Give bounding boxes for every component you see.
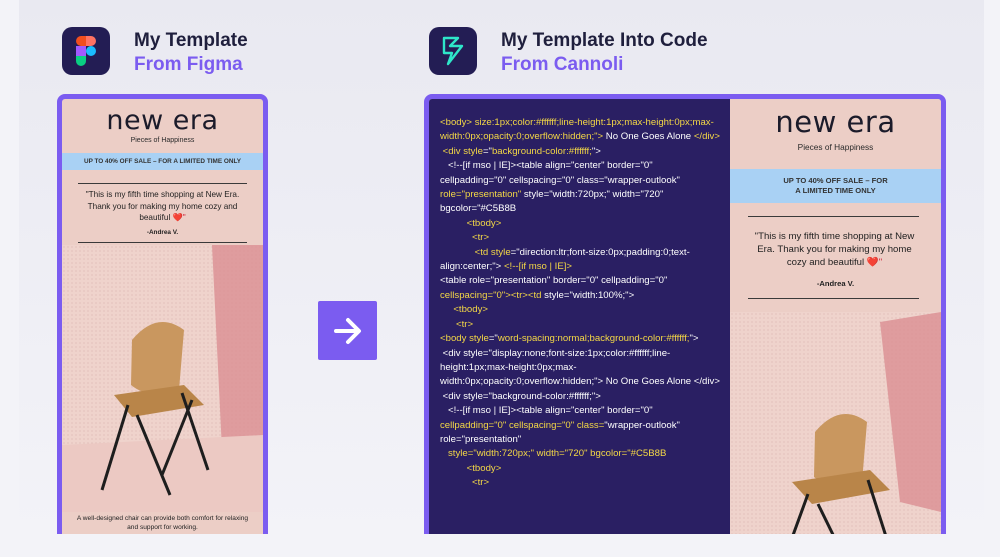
sale-banner: UP TO 40% OFF SALE – FOR A LIMITED TIME … <box>62 153 263 170</box>
figma-logo-icon <box>62 27 110 75</box>
quote-divider-top <box>748 216 919 217</box>
quote-divider-bottom <box>78 242 247 243</box>
cannoli-subtitle: From Cannoli <box>501 54 624 75</box>
heart-icon: ❤️" <box>172 213 186 222</box>
code-line: <tr> <box>440 231 720 245</box>
quote-text: "This is my fifth time shopping at New E… <box>85 190 240 222</box>
arrow-right-icon <box>318 301 377 360</box>
code-token: <tbody> <box>440 217 502 229</box>
code-line: <tbody> <box>440 217 720 231</box>
code-line: <table role="presentation" border="0" ce… <box>440 274 720 303</box>
code-token: background-color:#ffffff; <box>491 145 592 157</box>
email-tagline: Pieces of Happiness <box>797 142 874 152</box>
code-token: "> <box>689 333 699 345</box>
code-token: <!--[if mso | IE]> <box>503 261 573 273</box>
code-token: =" <box>482 145 492 157</box>
quote-text: "This is my fifth time shopping at New E… <box>754 231 915 269</box>
comparison-card: My Template From Figma My Template Into … <box>19 0 984 534</box>
testimonial-quote: "This is my fifth time shopping at New E… <box>748 230 921 270</box>
code-token: <tr><td <box>510 289 542 301</box>
code-line: <tbody> <box>440 303 720 317</box>
email-logo: new era <box>106 105 219 136</box>
cannoli-code-preview: <body> size:1px;color:#ffffff;line-heigh… <box>424 94 946 534</box>
testimonial-author: -Andrea V. <box>816 279 855 288</box>
heart-icon: ❤️" <box>866 257 883 269</box>
code-token: role="presentation" <box>440 189 522 201</box>
code-token: <!--[if mso | IE]><table align="center" … <box>440 160 683 186</box>
code-token: <!--[if mso | IE]><table align="center" … <box>440 405 656 417</box>
code-token: <table role="presentation" border="0" ce… <box>440 275 671 287</box>
chair-photo <box>62 245 263 512</box>
code-line: <!--[if mso | IE]><table align="center" … <box>440 404 720 447</box>
sale-banner: UP TO 40% OFF SALE – FOR A LIMITED TIME … <box>730 169 941 203</box>
email-template: new era Pieces of Happiness UP TO 40% OF… <box>62 99 263 534</box>
code-line: <tr> <box>440 476 720 490</box>
figma-subtitle: From Figma <box>134 54 243 75</box>
code-token: <div style="display:none;font-size:1px;c… <box>440 347 720 388</box>
testimonial-quote: "This is my fifth time shopping at New E… <box>80 189 245 224</box>
code-line: <div style="background-color:#ffffff;"> <box>440 390 720 404</box>
code-line: style="width:720px;" width="720" bgcolor… <box>440 447 720 461</box>
rendered-email-preview: new era Pieces of Happiness UP TO 40% OF… <box>730 99 941 534</box>
code-token: =" <box>488 333 498 345</box>
code-token: <tr> <box>440 477 490 489</box>
code-line: <body style="word-spacing:normal;backgro… <box>440 332 720 346</box>
code-token: <td style <box>440 246 511 258</box>
sale-line-1: UP TO 40% OFF SALE – FOR <box>783 176 888 185</box>
code-token: <body> <box>440 117 475 128</box>
code-line: <tr> <box>440 318 720 332</box>
code-token: <tr> <box>440 232 490 244</box>
code-line: <td style="direction:ltr;font-size:0px;p… <box>440 246 720 275</box>
code-token: style="width:720px;" width="720" bgcolor… <box>440 448 667 460</box>
code-token: word-spacing:normal;background-color:#ff… <box>497 333 690 345</box>
code-token: <div style="background-color:#ffffff;"> <box>440 390 601 402</box>
code-line: <!--[if mso | IE]><table align="center" … <box>440 159 720 217</box>
figma-email-preview: new era Pieces of Happiness UP TO 40% OF… <box>57 94 268 534</box>
chair-photo <box>730 312 941 534</box>
code-line: <body> size:1px;color:#ffffff;line-heigh… <box>440 116 720 145</box>
cannoli-header: My Template Into Code From Cannoli <box>429 27 708 77</box>
code-token: cellpadding="0" cellspacing="0" class= <box>440 419 605 431</box>
code-token: <tbody> <box>440 304 489 316</box>
code-token: <div style <box>440 145 483 157</box>
code-token: <tbody> <box>440 462 502 474</box>
code-token: <tr> <box>440 318 474 330</box>
code-line: <div style="display:none;font-size:1px;c… <box>440 347 720 390</box>
code-token: "> <box>591 145 601 157</box>
cannoli-logo-icon <box>429 27 477 75</box>
quote-divider-top <box>78 183 247 184</box>
email-tagline: Pieces of Happiness <box>130 137 195 144</box>
code-token: style="width:100%;"> <box>541 289 635 301</box>
quote-divider-bottom <box>748 298 919 299</box>
testimonial-author: -Andrea V. <box>146 229 179 236</box>
cannoli-title: My Template Into Code <box>501 30 708 51</box>
code-editor: <body> size:1px;color:#ffffff;line-heigh… <box>429 99 730 534</box>
figma-header: My Template From Figma <box>62 27 248 77</box>
code-token: cellspacing="0"> <box>440 289 511 301</box>
figma-title: My Template <box>134 30 248 51</box>
code-token: No One Goes Alone <box>603 131 694 143</box>
sale-line-2: A LIMITED TIME ONLY <box>795 186 876 195</box>
code-line: <tbody> <box>440 462 720 476</box>
code-token: <body style <box>440 333 489 345</box>
email-footer-text: A well-designed chair can provide both c… <box>76 515 249 531</box>
email-logo: new era <box>775 105 896 139</box>
code-line: <div style="background-color:#ffffff;"> <box>440 145 720 159</box>
code-token: </div> <box>693 131 720 143</box>
